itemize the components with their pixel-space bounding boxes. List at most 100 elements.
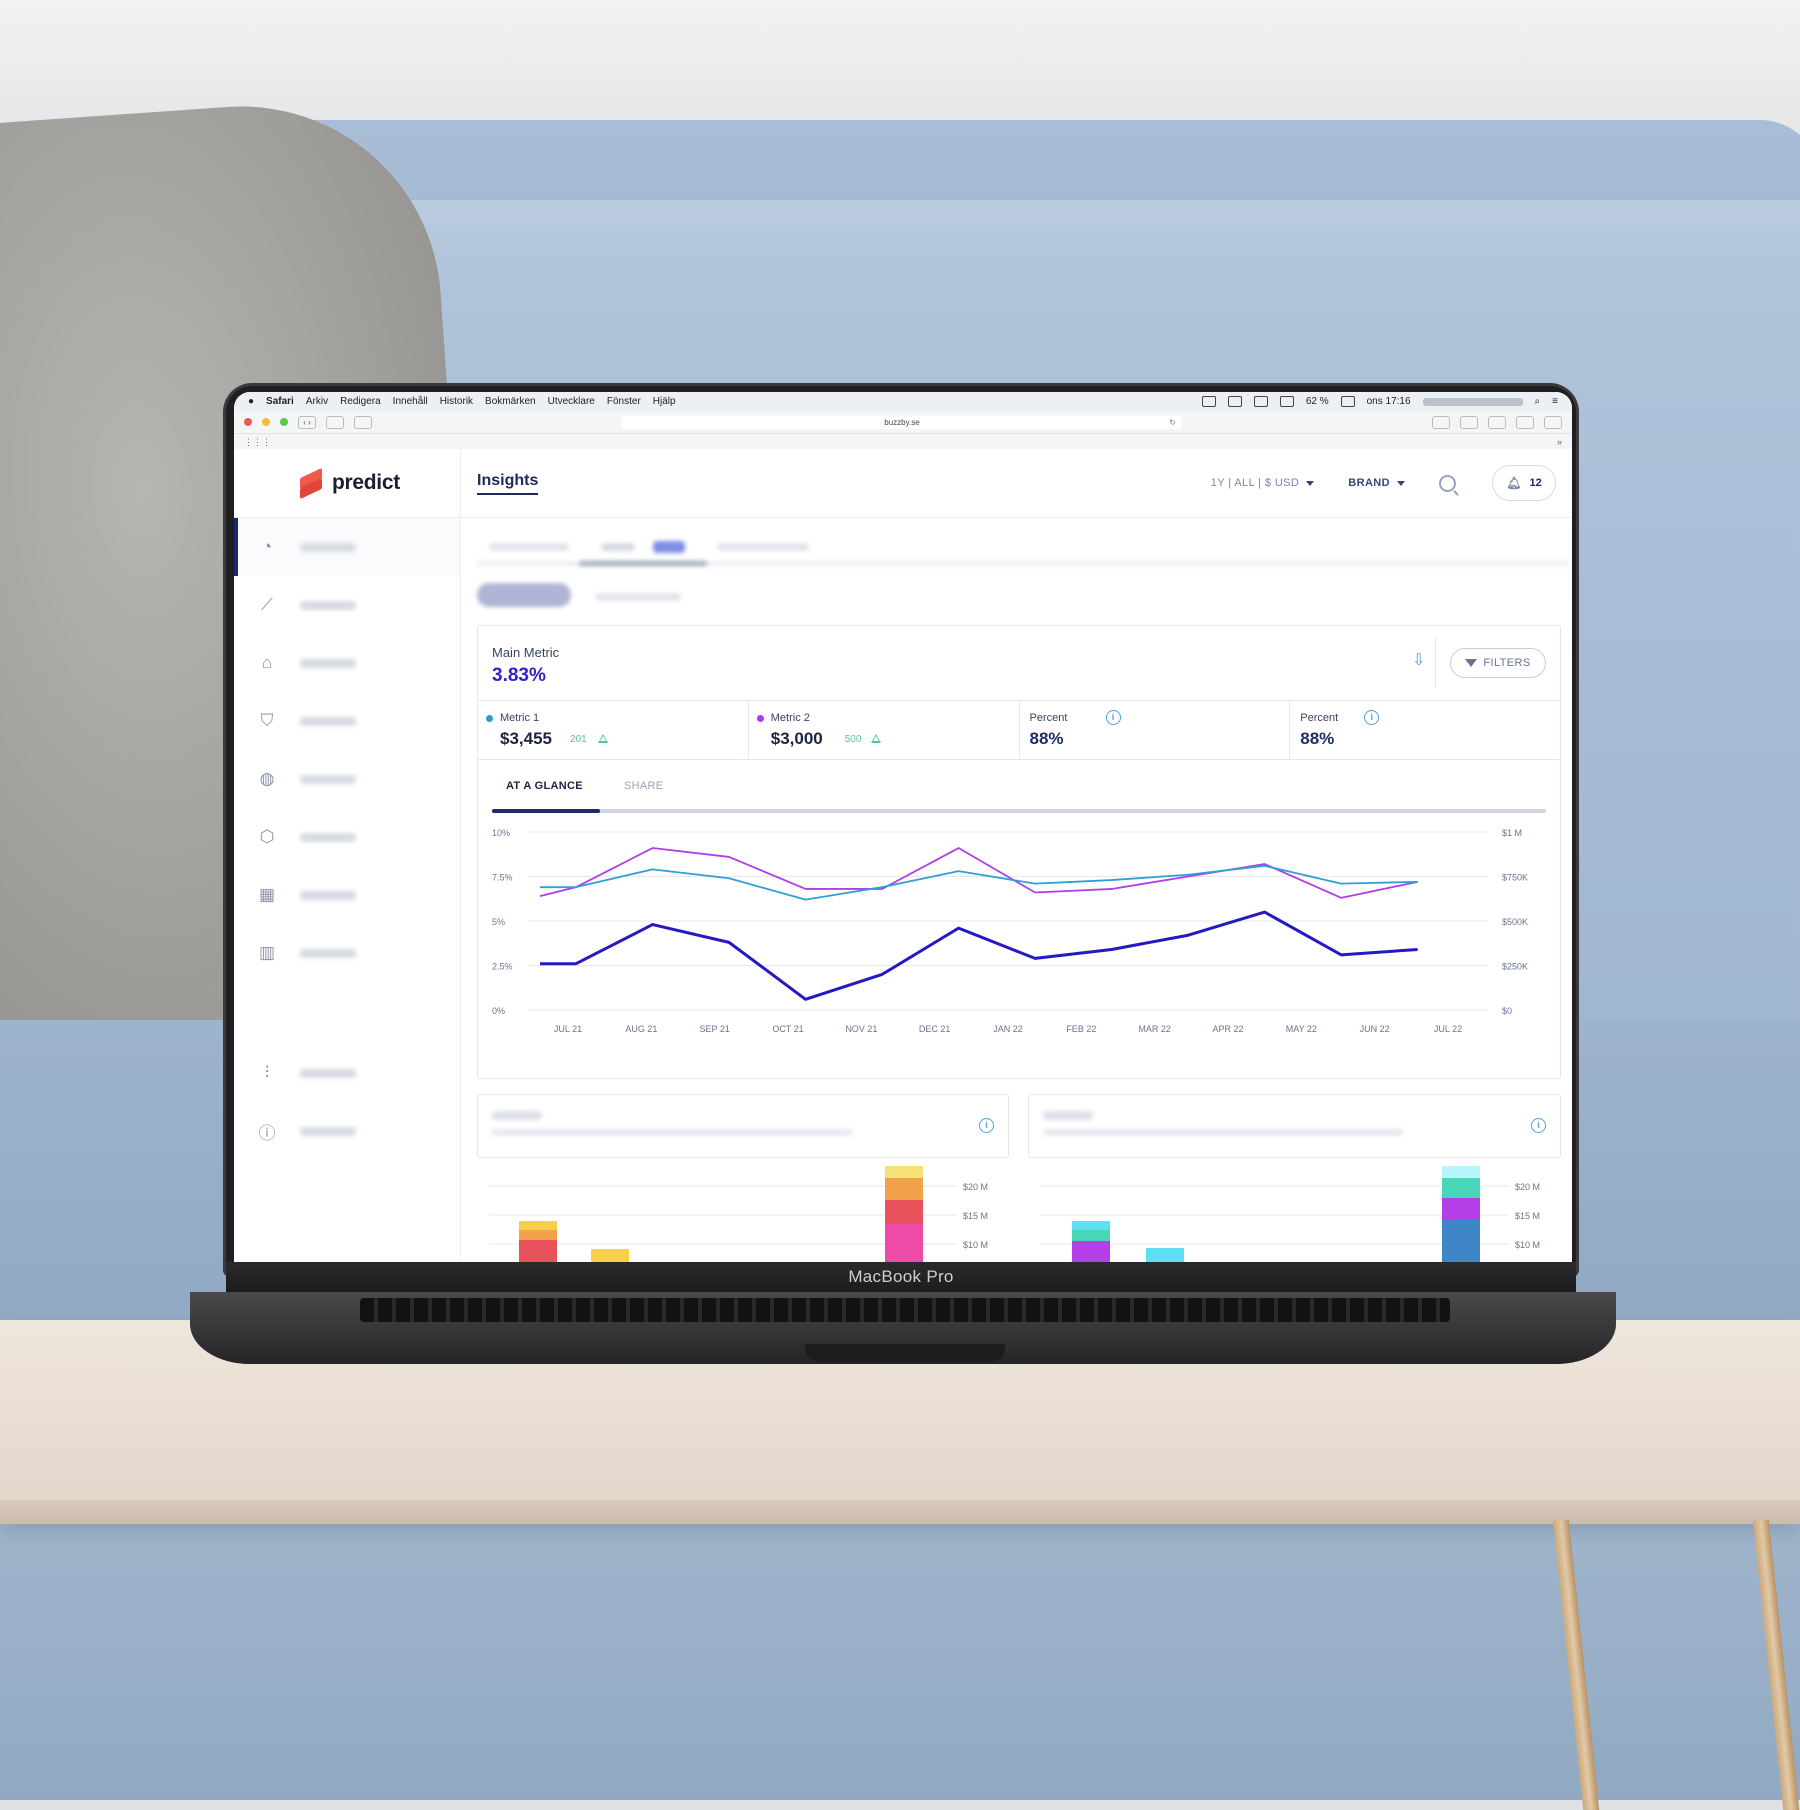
- subtab-blurred[interactable]: [489, 543, 569, 551]
- sidebar-bottom: ⫶ ⓘ: [234, 1044, 460, 1160]
- x-tick-label: APR 22: [1212, 1024, 1243, 1034]
- menu-hjalp[interactable]: Hjälp: [653, 396, 676, 407]
- spotlight-icon[interactable]: ⌕: [1535, 396, 1541, 407]
- period-selector[interactable]: 1Y | ALL | $ USD: [1211, 477, 1315, 489]
- share-icon[interactable]: [1516, 415, 1534, 429]
- clock[interactable]: ons 17:16: [1367, 396, 1411, 407]
- sidebar-item-products[interactable]: ⬡: [234, 808, 460, 866]
- stacked-bar-segment: [1442, 1166, 1480, 1178]
- info-icon[interactable]: i: [1105, 710, 1121, 725]
- main-content: Insights 1Y | ALL | $ USD BRAND 🔔︎ 12 Ma…: [461, 449, 1572, 1262]
- grid-icon[interactable]: ⋮⋮⋮: [244, 437, 271, 448]
- x-tick-label: JAN 22: [993, 1024, 1023, 1034]
- download-icon[interactable]: [1432, 415, 1450, 429]
- sidebar-item-trends[interactable]: ⟋: [234, 576, 460, 634]
- metric-1-cell[interactable]: Metric 1 $3,455 201: [478, 701, 749, 759]
- minimize-window-button[interactable]: [262, 418, 270, 426]
- search-icon[interactable]: [1439, 474, 1456, 492]
- menu-bokmarken[interactable]: Bokmärken: [485, 396, 536, 407]
- menu-innehall[interactable]: Innehåll: [393, 396, 428, 407]
- box-icon: ⬡: [259, 827, 275, 846]
- info-icon[interactable]: i: [1531, 1118, 1546, 1133]
- metric-value: $3,455: [500, 729, 552, 748]
- filters-button[interactable]: FILTERS: [1450, 648, 1546, 678]
- sidebar-item-settings[interactable]: ⫶: [234, 1044, 460, 1102]
- apple-icon[interactable]: ●: [248, 396, 254, 407]
- pill-button-blurred[interactable]: [477, 583, 571, 607]
- bell-icon: 🔔︎: [1506, 476, 1522, 490]
- main-metric-label: Main Metric: [492, 645, 560, 660]
- x-tick-label: FEB 22: [1066, 1024, 1096, 1034]
- control-center-icon[interactable]: ≡: [1552, 396, 1558, 407]
- extension-icon[interactable]: [1460, 415, 1478, 429]
- series-line: [540, 910, 1418, 1001]
- stacked-bar-segment: [885, 1200, 923, 1224]
- y-tick-label: $15 M: [963, 1211, 988, 1221]
- eye-icon[interactable]: [1201, 396, 1216, 407]
- menu-fonster[interactable]: Fönster: [607, 396, 641, 407]
- menu-historik[interactable]: Historik: [440, 396, 473, 407]
- sidebar-item-reports[interactable]: ▥: [234, 924, 460, 982]
- tab-share[interactable]: SHARE: [624, 780, 663, 792]
- battery-icon[interactable]: [1340, 396, 1355, 407]
- laptop-screen: ● Safari Arkiv Redigera Innehåll Histori…: [234, 392, 1572, 1262]
- info-icon[interactable]: i: [979, 1118, 994, 1133]
- x-tick-label: JUN 22: [1360, 1024, 1390, 1034]
- metric-delta: 201: [570, 734, 587, 745]
- menu-redigera[interactable]: Redigera: [340, 396, 381, 407]
- menu-safari[interactable]: Safari: [266, 396, 294, 407]
- series-line: [539, 847, 1418, 899]
- divider: [1435, 638, 1436, 688]
- y-tick-label-right: $0: [1502, 1006, 1512, 1016]
- address-bar[interactable]: buzzby.se ↻: [622, 415, 1182, 429]
- close-window-button[interactable]: [244, 418, 252, 426]
- sidebar-item-label-blurred: [300, 832, 356, 842]
- predict-app: predict ◔ ⟋ ⌂ ⛉ ◍ ⬡ ▦ ▥ ⫶ ⓘ Insights 1Y …: [234, 449, 1572, 1262]
- mac-menu-bar: ● Safari Arkiv Redigera Innehåll Histori…: [234, 392, 1572, 411]
- shield-status-icon[interactable]: [1227, 396, 1242, 407]
- speedometer-icon: ◔: [261, 537, 273, 556]
- pill-label-blurred[interactable]: [595, 593, 681, 601]
- subtab-blurred[interactable]: [717, 543, 809, 551]
- metric-2-cell[interactable]: Metric 2 $3,000 500: [749, 701, 1020, 759]
- notifications-button[interactable]: 🔔︎ 12: [1492, 465, 1556, 501]
- sidebar-item-security[interactable]: ⛉: [234, 692, 460, 750]
- zoom-window-button[interactable]: [280, 418, 288, 426]
- lock-icon[interactable]: [1488, 415, 1506, 429]
- tabs-icon[interactable]: [1544, 415, 1562, 429]
- tab-at-a-glance[interactable]: AT A GLANCE: [506, 780, 583, 792]
- logo[interactable]: predict: [234, 449, 460, 518]
- cloud-download-icon[interactable]: ⇩: [1412, 650, 1432, 669]
- display-icon[interactable]: [1253, 396, 1268, 407]
- logo-text: predict: [332, 471, 400, 494]
- sidebar-item-tags[interactable]: ⌂: [234, 634, 460, 692]
- subtab-blurred[interactable]: [601, 543, 635, 551]
- favorites-more-button[interactable]: »: [1557, 437, 1562, 447]
- sidebar-item-label-blurred: [300, 600, 356, 610]
- brand-selector[interactable]: BRAND: [1348, 477, 1405, 489]
- sidebar-toggle-icon[interactable]: [326, 415, 344, 429]
- y-tick-label-left: 0%: [492, 1006, 505, 1016]
- y-tick-label-right: $750K: [1502, 873, 1528, 883]
- user-name-blurred[interactable]: [1422, 397, 1523, 406]
- wifi-icon[interactable]: [1279, 396, 1294, 407]
- reload-icon[interactable]: ↻: [1169, 416, 1176, 429]
- logo-mark-icon: [298, 467, 324, 500]
- sidebar-item-global[interactable]: ◍: [234, 750, 460, 808]
- percent-cell[interactable]: Percent i 88%: [1290, 701, 1560, 759]
- back-forward-button[interactable]: ‹ ›: [298, 415, 316, 429]
- y-tick-label-left: 10%: [492, 828, 510, 838]
- sidebar-item-support[interactable]: ⓘ: [234, 1102, 460, 1160]
- reader-icon[interactable]: [354, 415, 372, 429]
- menu-utvecklare[interactable]: Utvecklare: [548, 396, 595, 407]
- chevron-down-icon: [1397, 480, 1405, 486]
- store-icon: ▦: [258, 885, 276, 904]
- stacked-bar-segment: [1146, 1248, 1184, 1262]
- battery-percent[interactable]: 62 %: [1306, 396, 1329, 407]
- sidebar-item-stores[interactable]: ▦: [234, 866, 460, 924]
- info-icon[interactable]: i: [1364, 710, 1380, 725]
- percent-cell[interactable]: Percent i 88%: [1020, 701, 1291, 759]
- sidebar-item-overview[interactable]: ◔: [234, 518, 460, 576]
- menu-arkiv[interactable]: Arkiv: [306, 396, 328, 407]
- stacked-bar-segment: [1442, 1178, 1480, 1198]
